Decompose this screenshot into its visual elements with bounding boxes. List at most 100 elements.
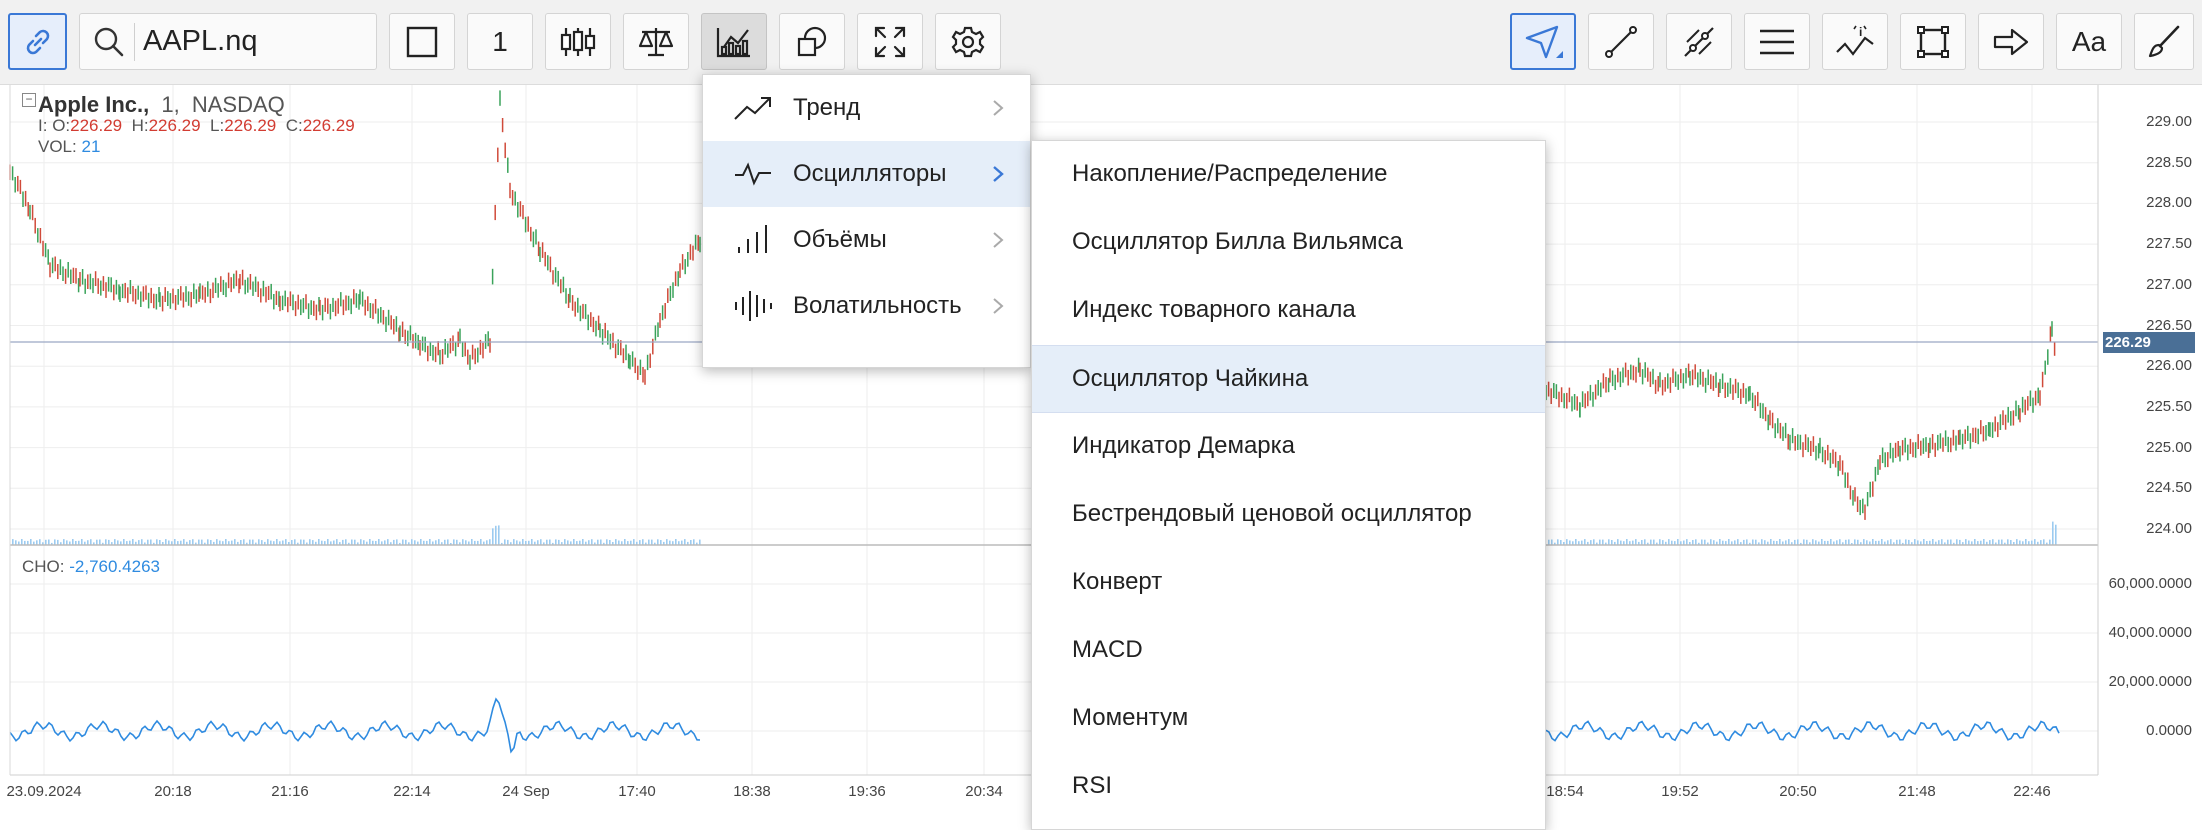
legend-exchange: NASDAQ [191, 92, 285, 117]
submenu-item[interactable]: Бестрендовый ценовой осциллятор [1032, 481, 1545, 547]
volume-bar [1635, 539, 1637, 545]
price-axis-label: 228.50 [2146, 153, 2192, 171]
volume-bar [1704, 539, 1706, 545]
menu-item-volumes[interactable]: Объёмы [703, 207, 1030, 273]
submenu-item[interactable]: Конверт [1032, 549, 1545, 615]
time-axis-label: 17:40 [618, 783, 656, 800]
open-label: O: [52, 116, 71, 135]
submenu-item-highlighted[interactable]: Осциллятор Чайкина [1032, 345, 1545, 413]
volume-bar [2025, 539, 2027, 545]
volume-bar [1743, 539, 1745, 545]
oscillators-submenu: Накопление/Распределение Осциллятор Билл… [1031, 140, 1546, 830]
volume-bar [582, 539, 584, 545]
volume-bar [30, 539, 32, 545]
volume-bar [252, 539, 254, 545]
submenu-item-label: MACD [1072, 636, 1143, 663]
chart-legend: Apple Inc., 1, NASDAQ [26, 92, 285, 118]
volume-bar [21, 539, 23, 545]
oscillator-label: CHO: [22, 557, 65, 576]
volume-bar [1602, 539, 1604, 545]
low-label: L: [210, 116, 225, 135]
volume-bar [507, 539, 509, 545]
volume-bar [522, 539, 524, 545]
submenu-item[interactable]: Моментум [1032, 685, 1545, 751]
volume-bar [1974, 539, 1976, 545]
price-axis-label: 227.50 [2146, 235, 2192, 253]
volume-bar [1839, 539, 1841, 545]
volume-bar [471, 539, 473, 545]
submenu-item[interactable]: Индекс товарного канала [1032, 277, 1545, 343]
volume-bar [123, 539, 125, 545]
volume-bar [1896, 539, 1898, 545]
volume-bar [648, 539, 650, 545]
volatility-icon [735, 291, 772, 321]
volume-bar [57, 539, 59, 545]
volume-bar [495, 525, 497, 545]
volume-bar [666, 539, 668, 545]
price-axis-label: 229.00 [2146, 113, 2192, 130]
volume-bar [564, 539, 566, 545]
volume-bar [1551, 539, 1553, 545]
volume-bar [336, 539, 338, 545]
volume-bar [147, 539, 149, 545]
volume-bar [513, 539, 515, 545]
volume-bar [1797, 539, 1799, 545]
volume-bar [1659, 539, 1661, 545]
menu-item-trend[interactable]: Тренд [703, 75, 1030, 141]
volume-bar [1821, 539, 1823, 545]
volume-bar [1701, 539, 1703, 545]
volume-bar [675, 539, 677, 545]
submenu-item[interactable]: RSI [1032, 753, 1545, 819]
volume-bar [105, 539, 107, 545]
volume-bar [1575, 539, 1577, 545]
submenu-item[interactable]: Осциллятор Билла Вильямса [1032, 209, 1545, 275]
ohlc-readout: I: O:226.29 H:226.29 L:226.29 C:226.29 [38, 116, 355, 136]
volume-bar [693, 539, 695, 545]
volume-bar [249, 539, 251, 545]
volume-bar [1617, 539, 1619, 545]
volume-bar [462, 539, 464, 545]
volume-bar [420, 539, 422, 545]
volume-bar [615, 539, 617, 545]
volume-bar [2055, 524, 2057, 545]
volume-bar [1650, 539, 1652, 545]
menu-item-volatility[interactable]: Волатильность [703, 273, 1030, 339]
volume-bar [489, 539, 491, 545]
oscillator-icon [735, 162, 771, 186]
open-value: 226.29 [70, 116, 123, 135]
volume-bar [318, 539, 320, 545]
volume-bar [96, 539, 98, 545]
submenu-item[interactable]: Накопление/Распределение [1032, 141, 1545, 207]
price-axis-label: 228.00 [2146, 194, 2192, 212]
submenu-item[interactable]: MACD [1032, 617, 1545, 683]
high-label: H: [131, 116, 149, 135]
volume-bar [642, 539, 644, 545]
menu-item-oscillators[interactable]: Осцилляторы [703, 141, 1030, 207]
volume-bar [1998, 539, 2000, 545]
volume-bar [498, 525, 500, 545]
volume-bar [99, 539, 101, 545]
volume-bar [45, 539, 47, 545]
chevron-right-icon [993, 100, 1004, 116]
volume-bar [2016, 539, 2018, 545]
volume-bar [114, 539, 116, 545]
chevron-right-icon [993, 166, 1004, 182]
volume-bar [1914, 539, 1916, 545]
submenu-item[interactable]: Индикатор Демарка [1032, 413, 1545, 479]
volume-bar [1755, 539, 1757, 545]
volume-bar [651, 539, 653, 545]
volume-bar [165, 539, 167, 545]
volume-bar [447, 539, 449, 545]
volume-bar [294, 539, 296, 545]
volume-bar [1923, 539, 1925, 545]
menu-item-label: Волатильность [793, 292, 962, 319]
volume-bar [354, 539, 356, 545]
volume-bar [492, 528, 494, 545]
price-axis-label: 224.00 [2146, 520, 2192, 537]
volume-bar [1788, 539, 1790, 545]
time-axis-label: 21:48 [1898, 783, 1936, 800]
volume-bar [540, 539, 542, 545]
volume-bar [192, 539, 194, 545]
volume-bar [1959, 539, 1961, 545]
volume-bar [1872, 539, 1874, 545]
